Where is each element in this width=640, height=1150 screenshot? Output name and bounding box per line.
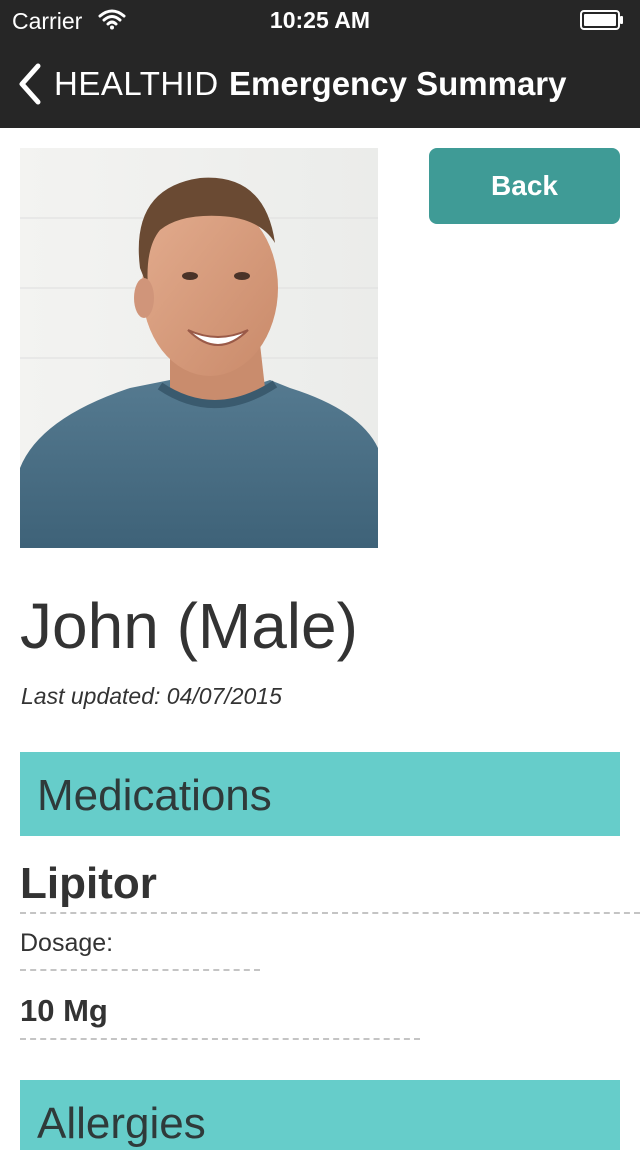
dosage-label: Dosage:: [20, 929, 114, 957]
profile-photo: [20, 148, 378, 548]
top-bar: Carrier 10:25 AM HEALTHID Emergency Summ…: [0, 0, 640, 128]
status-bar: Carrier 10:25 AM: [0, 0, 640, 40]
battery-icon: [580, 10, 623, 30]
dosage-value: 10 Mg: [20, 993, 108, 1028]
status-time: 10:25 AM: [269, 7, 371, 33]
medications-section-header[interactable]: Medications: [20, 752, 620, 836]
medications-header-label: Medications: [37, 771, 272, 820]
divider: [20, 1038, 420, 1040]
divider: [20, 969, 260, 971]
nav-title: Emergency Summary: [229, 65, 567, 102]
navigation-bar: HEALTHID Emergency Summary: [0, 40, 640, 128]
medication-name: Lipitor: [20, 859, 157, 908]
nav-back-button[interactable]: HEALTHID: [54, 64, 219, 104]
back-button[interactable]: Back: [429, 148, 620, 224]
divider: [20, 912, 640, 914]
chevron-left-icon[interactable]: [14, 62, 44, 106]
patient-name: John (Male): [20, 590, 358, 662]
allergies-section-header[interactable]: Allergies: [20, 1080, 620, 1150]
last-updated-text: Last updated: 04/07/2015: [21, 683, 282, 709]
allergies-header-label: Allergies: [37, 1099, 206, 1148]
